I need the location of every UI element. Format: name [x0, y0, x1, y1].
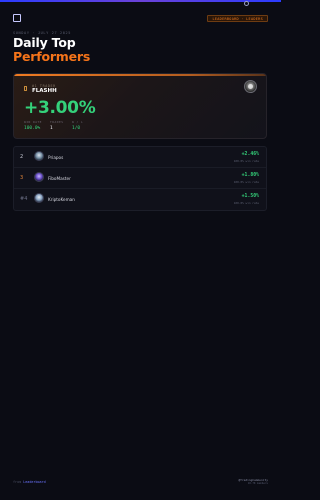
row-win-rate: 100.0% win rate	[233, 201, 259, 205]
stat-win-loss: W / L 1/0	[72, 120, 83, 131]
page-title-line2: Performers	[13, 49, 91, 64]
stat-win-rate: WIN RATE 100.0%	[24, 120, 42, 131]
avatar[interactable]	[34, 193, 44, 203]
footer-source: from Leaderboard	[13, 480, 46, 484]
leaderboard-badge: Leaderboard · Leaders	[207, 15, 268, 22]
page-title-line1: Daily Top	[13, 35, 76, 50]
leaderboard-list: 2 Priapos +2.46% 100.0% win rate 3 FiboM…	[13, 146, 267, 211]
top-trader-card[interactable]: #1 TRADER FLASHH +3.00% WIN RATE 100.0% …	[13, 73, 267, 139]
app-logo-icon	[13, 14, 21, 22]
row-name: FiboMaster	[48, 175, 71, 181]
page: Leaderboard · Leaders SUNDAY · JULY 27 2…	[0, 0, 281, 500]
stat-label: WIN RATE	[24, 120, 42, 124]
row-rank: 3	[20, 175, 24, 181]
footer-source-prefix: from	[13, 480, 22, 484]
top-trader-gain: +3.00%	[24, 98, 96, 118]
leaderboard-row[interactable]: #4 KriptoKeman +1.50% 100.0% win rate	[14, 189, 266, 210]
row-gain: +1.80%	[241, 173, 259, 178]
row-rank: 2	[20, 154, 24, 160]
top-trader-avatar[interactable]	[244, 80, 257, 93]
card-accent-stripe	[14, 74, 266, 76]
trophy-icon	[24, 86, 27, 91]
avatar[interactable]	[34, 151, 44, 161]
community-icon	[244, 1, 249, 6]
row-win-rate: 100.0% win rate	[233, 159, 259, 163]
top-accent-line	[0, 0, 281, 2]
stat-label: W / L	[72, 120, 84, 124]
row-gain: +1.50%	[241, 194, 259, 199]
stat-value: 100.0%	[24, 126, 41, 131]
top-trader-name: FLASHH	[32, 88, 57, 94]
community-members: 10.7K members	[247, 481, 268, 485]
leaderboard-row[interactable]: 3 FiboMaster +1.80% 100.0% win rate	[14, 168, 266, 189]
footer-source-link[interactable]: Leaderboard	[23, 480, 45, 484]
stat-label: TRADES	[50, 120, 64, 124]
avatar[interactable]	[34, 172, 44, 182]
stat-trades: TRADES 1	[50, 120, 63, 131]
row-rank: #4	[20, 196, 28, 202]
row-name: Priapos	[48, 154, 64, 160]
row-name: KriptoKeman	[48, 196, 75, 202]
row-win-rate: 100.0% win rate	[233, 180, 259, 184]
stat-value: 1/0	[72, 126, 81, 131]
stat-value: 1	[50, 126, 53, 131]
leaderboard-row[interactable]: 2 Priapos +2.46% 100.0% win rate	[14, 147, 266, 168]
row-gain: +2.46%	[241, 152, 259, 157]
